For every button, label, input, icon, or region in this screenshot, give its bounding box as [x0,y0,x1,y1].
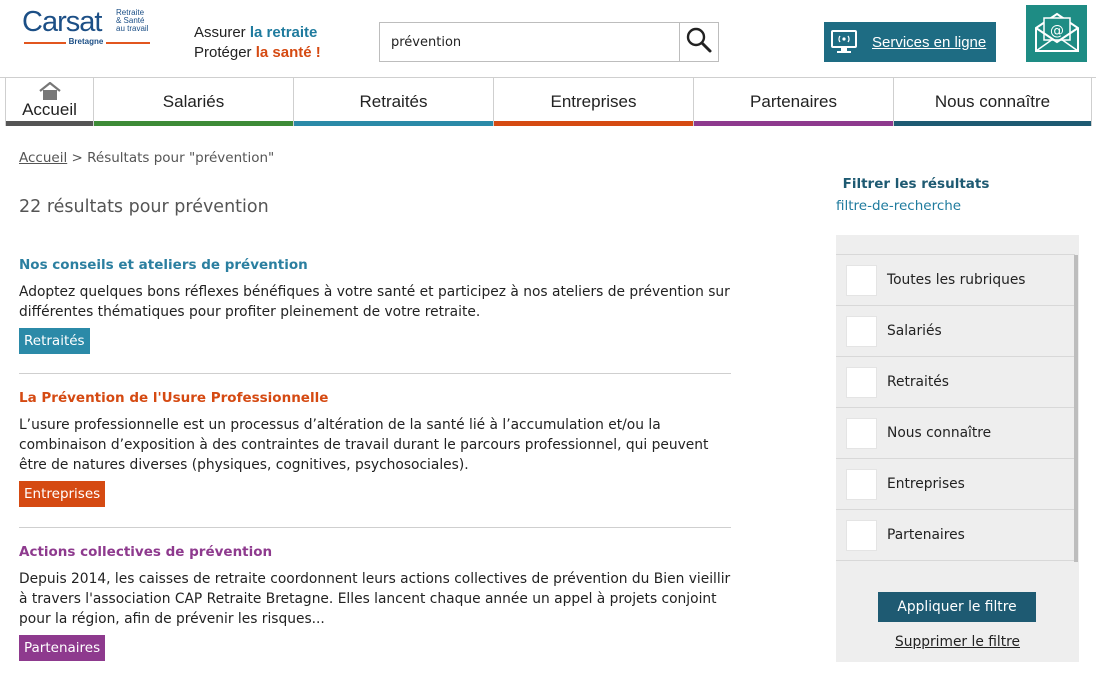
search-box [379,22,719,62]
tagline-prefix: Protéger [194,44,256,61]
email-icon: @ [1033,10,1081,58]
nav-item-salaries[interactable]: Salariés [94,78,294,126]
nav-color-bar [694,121,893,126]
filter-option-label: Nous connaître [887,425,992,441]
filter-option-label: Salariés [887,323,942,339]
nav-item-label: Entreprises [550,92,637,111]
result-item: La Prévention de l'Usure Professionnelle… [19,390,731,507]
breadcrumb-separator: > [71,150,83,166]
logo-wordmark: Carsat [22,6,102,38]
tagline-line-1: Assurer la retraite [194,23,321,43]
nav-color-bar [294,121,493,126]
result-tag-retraites[interactable]: Retraités [19,328,90,354]
result-divider [19,527,731,528]
apply-filter-button[interactable]: Appliquer le filtre [878,592,1036,622]
filter-option-salaries[interactable]: Salariés [836,306,1075,357]
mail-button[interactable]: @ [1026,5,1087,62]
tagline-line-2: Protéger la santé ! [194,43,321,63]
result-tag-entreprises[interactable]: Entreprises [19,481,106,507]
nav-color-bar [94,121,293,126]
nav-item-label: Salariés [162,92,225,111]
nav-item-nous-connaitre[interactable]: Nous connaître [894,78,1092,126]
tagline-highlight-retraite: la retraite [249,24,318,41]
filter-subheading: filtre-de-recherche [836,198,962,214]
filter-scrollbar[interactable] [1074,255,1078,562]
breadcrumb-current: Résultats pour "prévention" [87,150,275,166]
nav-color-bar [494,121,693,126]
home-icon [38,81,62,100]
result-description: Adoptez quelques bons réflexes bénéfique… [19,284,730,320]
logo-region: Bretagne [22,37,150,46]
nav-item-label: Nous connaître [934,92,1051,111]
filter-option-entreprises[interactable]: Entreprises [836,459,1075,510]
logo-region-label: Bretagne [65,37,107,46]
filter-option-label: Toutes les rubriques [887,272,1026,288]
monitor-signal-icon [824,22,864,62]
filter-option-retraites[interactable]: Retraités [836,357,1075,408]
result-count: 22 résultats pour prévention [19,197,269,217]
breadcrumb: Accueil > Résultats pour "prévention" [19,150,274,166]
nav-item-label: Retraités [359,92,428,111]
nav-item-label: Partenaires [750,92,837,111]
search-icon [685,26,713,58]
result-item: Nos conseils et ateliers de prévention A… [19,257,731,354]
search-input[interactable] [380,23,680,61]
site-tagline: Assurer la retraite Protéger la santé ! [194,23,321,63]
nav-item-accueil[interactable]: Accueil [5,78,94,126]
filter-option-label: Retraités [887,374,949,390]
filter-option-toutes-les-rubriques[interactable]: Toutes les rubriques [836,255,1075,306]
result-title-link[interactable]: Actions collectives de prévention [19,544,731,560]
nav-item-label: Accueil [22,100,77,119]
carsat-logo[interactable]: Carsat Retraite & Santé au travail Breta… [22,6,152,50]
nav-item-retraites[interactable]: Retraités [294,78,494,126]
filter-checkbox[interactable] [846,417,877,449]
result-divider [19,373,731,374]
services-en-ligne-label: Services en ligne [872,33,987,51]
filter-options-list: Toutes les rubriques Salariés Retraités … [836,254,1075,561]
nav-item-partenaires[interactable]: Partenaires [694,78,894,126]
site-header: Carsat Retraite & Santé au travail Breta… [0,0,1096,77]
nav-item-entreprises[interactable]: Entreprises [494,78,694,126]
tagline-highlight-sante: la santé ! [255,44,321,61]
search-button[interactable] [679,23,718,61]
breadcrumb-home-link[interactable]: Accueil [19,150,67,166]
nav-color-bar [894,121,1091,126]
filter-checkbox[interactable] [846,366,877,398]
result-tag-partenaires[interactable]: Partenaires [19,635,106,661]
main-nav: Accueil Salariés Retraités Entreprises P… [0,77,1096,126]
logo-tagline: Retraite & Santé au travail [116,9,148,33]
nav-color-bar [6,121,93,126]
svg-text:@: @ [1050,23,1064,39]
filter-heading: Filtrer les résultats [842,176,990,192]
filter-checkbox[interactable] [846,264,877,296]
filter-option-label: Entreprises [887,476,965,492]
services-en-ligne-button[interactable]: Services en ligne [824,22,996,62]
filter-option-nous-connaitre[interactable]: Nous connaître [836,408,1075,459]
result-description: L’usure professionnelle est un processus… [19,417,709,473]
tagline-prefix: Assurer [194,24,250,41]
filter-option-partenaires[interactable]: Partenaires [836,510,1075,561]
filter-checkbox[interactable] [846,315,877,347]
logo-tagline-line: au travail [116,24,149,33]
filter-checkbox[interactable] [846,519,877,551]
result-description: Depuis 2014, les caisses de retraite coo… [19,571,731,627]
result-title-link[interactable]: Nos conseils et ateliers de prévention [19,257,731,273]
filter-checkbox[interactable] [846,468,877,500]
filter-option-label: Partenaires [887,527,965,543]
remove-filter-link[interactable]: Supprimer le filtre [836,634,1079,650]
result-title-link[interactable]: La Prévention de l'Usure Professionnelle [19,390,731,406]
result-item: Actions collectives de prévention Depuis… [19,544,731,661]
